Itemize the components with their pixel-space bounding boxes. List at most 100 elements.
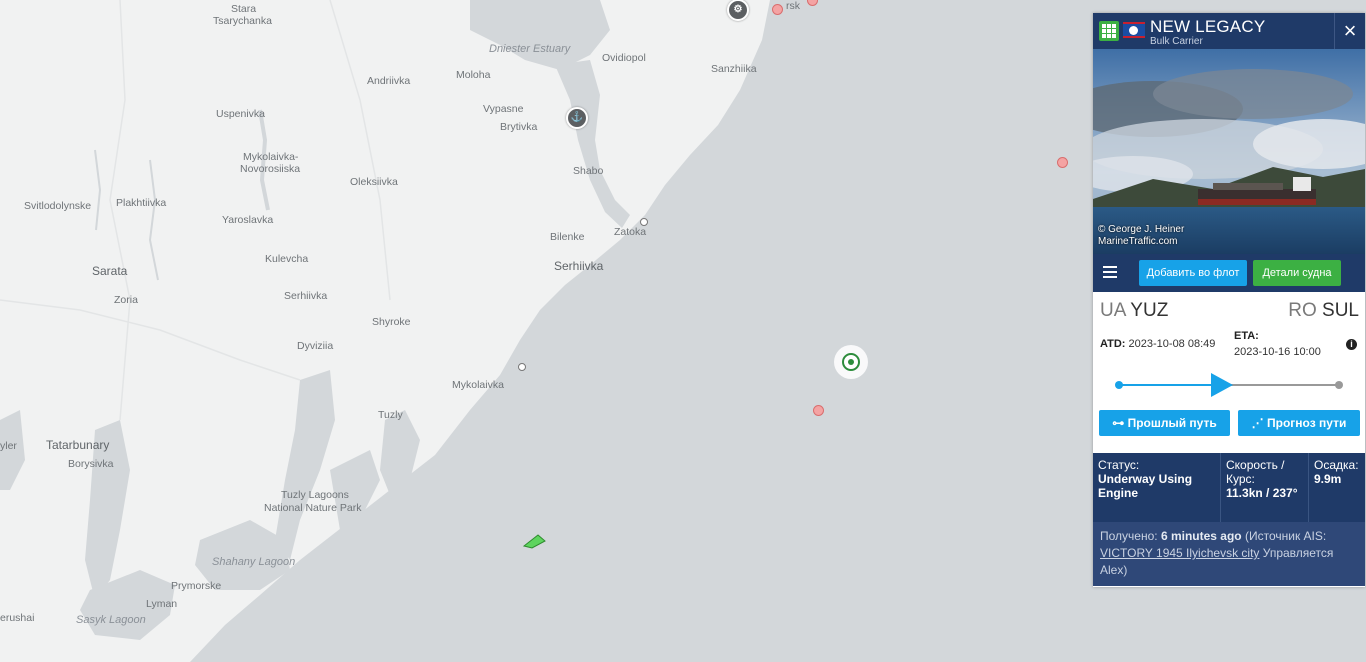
map-place-label: Andriivka bbox=[367, 75, 411, 87]
photo-credit: © George J. Heiner MarineTraffic.com bbox=[1098, 224, 1184, 248]
close-icon[interactable]: × bbox=[1334, 13, 1365, 49]
map-place-label: Vypasne bbox=[483, 103, 524, 115]
vessel-marker[interactable] bbox=[1057, 157, 1068, 168]
destination-country: RO bbox=[1288, 300, 1317, 321]
map-place-label: Stara bbox=[231, 3, 257, 15]
port-marker-icon[interactable]: ⚓ bbox=[566, 107, 588, 129]
menu-icon[interactable] bbox=[1103, 266, 1117, 278]
map-place-label: Moloha bbox=[456, 69, 491, 81]
map-point-marker[interactable] bbox=[640, 218, 648, 226]
map-place-label: Shabo bbox=[573, 165, 604, 177]
map-place-label: Mykolaivka- bbox=[243, 151, 299, 163]
photo-credit-site: MarineTraffic.com bbox=[1098, 236, 1178, 247]
destination-port[interactable]: RO SUL bbox=[1288, 300, 1359, 322]
map-place-label: Dyviziia bbox=[297, 340, 334, 352]
route-forecast-label: Прогноз пути bbox=[1267, 416, 1347, 430]
map-place-label: Lyman bbox=[146, 598, 178, 610]
selected-vessel-core bbox=[848, 359, 854, 365]
map-place-label: yler bbox=[0, 440, 17, 452]
speed-course-label: Скорость / Курс: bbox=[1226, 458, 1285, 486]
vessel-details-button[interactable]: Детали судна bbox=[1253, 260, 1341, 286]
vessel-name: NEW LEGACY bbox=[1150, 17, 1266, 36]
selected-vessel-ring bbox=[842, 353, 860, 371]
map-place-label: Borysivka bbox=[68, 458, 114, 470]
progress-start-dot bbox=[1115, 381, 1123, 389]
destination-port-code: SUL bbox=[1322, 300, 1359, 321]
map-place-label: Sarata bbox=[92, 264, 128, 278]
vessel-marker[interactable] bbox=[772, 4, 783, 15]
map-place-label: Serhiivka bbox=[554, 259, 604, 273]
departure-port-code: YUZ bbox=[1130, 300, 1169, 321]
map-place-label: rsk bbox=[786, 0, 800, 12]
map-place-label: Tatarbunary bbox=[46, 438, 110, 452]
map-place-label: erushai bbox=[0, 612, 35, 624]
map-place-label: Novorosiiska bbox=[240, 163, 301, 175]
vessel-type: Bulk Carrier bbox=[1150, 36, 1203, 47]
eta-label: ETA: bbox=[1234, 330, 1259, 342]
vessel-marker[interactable] bbox=[813, 405, 824, 416]
map-place-label: Shyroke bbox=[372, 316, 411, 328]
vessel-photo[interactable]: © George J. Heiner MarineTraffic.com bbox=[1093, 49, 1365, 254]
route-forecast-button[interactable]: ⋰ Прогноз пути bbox=[1238, 410, 1360, 436]
speed-course-value: 11.3kn / 237° bbox=[1226, 486, 1298, 500]
map-place-label: Sanzhiika bbox=[711, 63, 757, 75]
eta-value: 2023-10-16 10:00 bbox=[1234, 346, 1321, 358]
past-track-icon: ⊶ bbox=[1112, 416, 1128, 430]
voyage-progress-bar bbox=[1115, 373, 1343, 397]
map-place-label: Bilenke bbox=[550, 231, 585, 243]
status-label: Статус: bbox=[1098, 458, 1140, 472]
received-time: 6 minutes ago bbox=[1160, 529, 1242, 543]
vessel-actions-bar: Добавить во флот Детали судна bbox=[1093, 254, 1365, 292]
map-place-label: Yaroslavka bbox=[222, 214, 274, 226]
map-place-label: Mykolaivka bbox=[452, 379, 504, 391]
progress-end-dot bbox=[1335, 381, 1343, 389]
add-to-fleet-button[interactable]: Добавить во флот bbox=[1139, 260, 1247, 286]
draught-value: 9.9m bbox=[1314, 472, 1342, 486]
map-place-label: Oleksiivka bbox=[350, 176, 398, 188]
ais-source-link[interactable]: VICTORY 1945 Ilyichevsk city bbox=[1100, 546, 1259, 560]
map-place-label: Serhiivka bbox=[284, 290, 328, 302]
vessel-header: NEW LEGACY Bulk Carrier × bbox=[1093, 13, 1365, 49]
map-water-label: Dniester Estuary bbox=[489, 43, 571, 55]
map-place-label: Plakhtiivka bbox=[116, 197, 167, 209]
belize-flag-icon bbox=[1123, 22, 1145, 38]
past-track-label: Прошлый путь bbox=[1127, 416, 1217, 430]
map-place-label: Zoria bbox=[114, 294, 138, 306]
map-place-label: Ovidiopol bbox=[602, 52, 646, 64]
past-track-button[interactable]: ⊶ Прошлый путь bbox=[1099, 410, 1230, 436]
atd-label: ATD: bbox=[1100, 338, 1126, 350]
departure-port[interactable]: UA YUZ bbox=[1100, 300, 1168, 322]
map-place-label: Prymorske bbox=[171, 580, 222, 592]
map-water-label: Shahany Lagoon bbox=[212, 556, 296, 568]
vessel-info-panel: NEW LEGACY Bulk Carrier × © George J. He… bbox=[1093, 13, 1365, 587]
departure-country: UA bbox=[1100, 300, 1126, 321]
map-place-label: Tuzly bbox=[378, 409, 403, 421]
source-prefix: (Источник AIS: bbox=[1244, 529, 1327, 543]
status-value: Underway Using Engine bbox=[1098, 472, 1193, 500]
voyage-progress-remaining bbox=[1229, 384, 1339, 386]
voyage-section: UA YUZ RO SUL ATD: 2023-10-08 08:49 ETA:… bbox=[1093, 292, 1365, 453]
selected-vessel-marker[interactable] bbox=[834, 345, 868, 379]
map-place-label: Zatoka bbox=[614, 226, 647, 238]
map-point-marker[interactable] bbox=[518, 363, 526, 371]
progress-arrow-icon bbox=[1211, 373, 1233, 397]
port-marker-icon[interactable]: ⚙ bbox=[727, 0, 749, 21]
apps-grid-icon[interactable] bbox=[1099, 21, 1119, 41]
speed-course-cell: Скорость / Курс: 11.3kn / 237° bbox=[1220, 453, 1308, 522]
map-place-label: Tuzly Lagoons bbox=[281, 489, 349, 501]
map-place-label: Svitlodolynske bbox=[24, 200, 92, 212]
info-icon[interactable]: i bbox=[1346, 339, 1357, 350]
map-place-label: National Nature Park bbox=[264, 502, 362, 514]
draught-cell: Осадка: 9.9m bbox=[1308, 453, 1365, 522]
atd-value: 2023-10-08 08:49 bbox=[1128, 338, 1216, 350]
map-water-label: Sasyk Lagoon bbox=[76, 614, 146, 626]
photo-credit-author: © George J. Heiner bbox=[1098, 224, 1185, 235]
route-forecast-icon: ⋰ bbox=[1251, 416, 1267, 430]
map-place-label: Tsarychanka bbox=[213, 15, 272, 27]
received-prefix: Получено: bbox=[1100, 529, 1158, 543]
map-place-label: Uspenivka bbox=[216, 108, 266, 120]
position-received-info: Получено: 6 minutes ago (Источник AIS: V… bbox=[1093, 522, 1365, 586]
vessel-stats: Статус: Underway Using Engine Скорость /… bbox=[1093, 453, 1365, 522]
atd-row: ATD: 2023-10-08 08:49 bbox=[1100, 338, 1215, 350]
draught-label: Осадка: bbox=[1314, 458, 1359, 472]
